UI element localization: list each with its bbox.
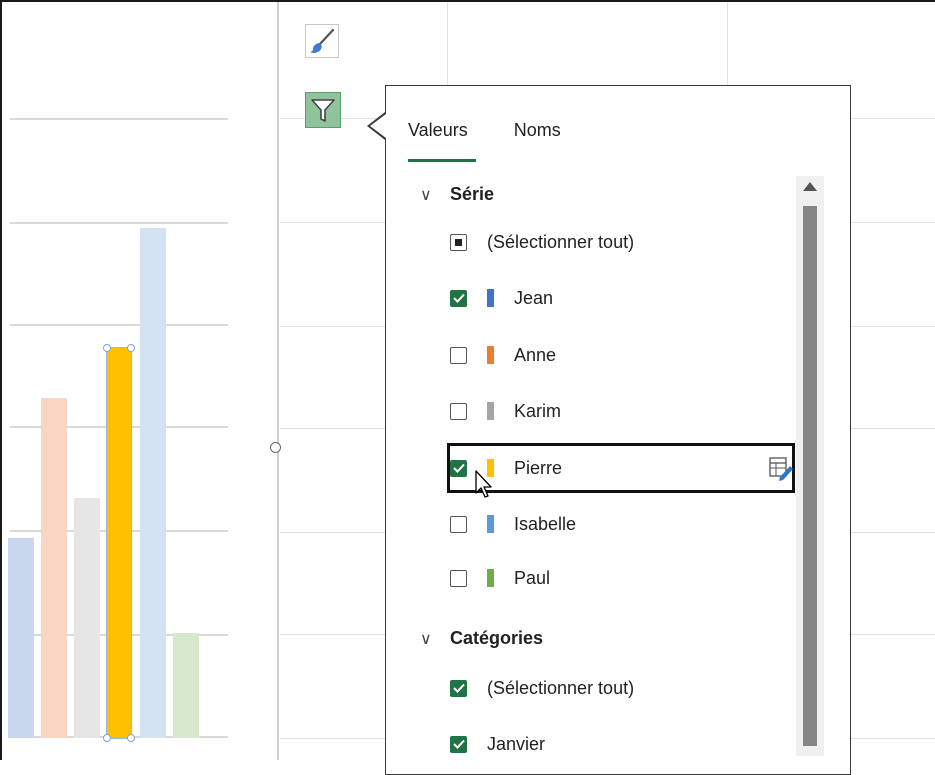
popup-scrollbar[interactable]: [796, 176, 824, 756]
chart-styles-button[interactable]: [305, 24, 339, 58]
chart-bar-isabelle[interactable]: [140, 228, 166, 738]
checkbox-unchecked[interactable]: [450, 402, 467, 420]
chart-bar-paul[interactable]: [173, 633, 199, 738]
series-item-select-all[interactable]: (Sélectionner tout): [450, 220, 790, 264]
brush-icon: [310, 28, 335, 53]
bar-selection-handle[interactable]: [127, 734, 135, 742]
chart-filter-popup: Valeurs Noms ∨ Série (Sélectionner tout)…: [385, 85, 851, 775]
series-item-pierre[interactable]: Pierre: [447, 443, 795, 493]
series-item-label: Jean: [514, 287, 554, 308]
series-item-anne[interactable]: Anne: [450, 333, 790, 377]
series-item-isabelle[interactable]: Isabelle: [450, 502, 790, 546]
series-item-label: Paul: [514, 567, 551, 588]
category-item-label: (Sélectionner tout): [487, 677, 635, 698]
series-item-paul[interactable]: Paul: [450, 556, 790, 600]
chart-gridline: [10, 118, 228, 120]
category-item-janvier[interactable]: Janvier: [450, 722, 790, 766]
chart-resize-handle[interactable]: [270, 442, 281, 453]
checkbox-checked[interactable]: [450, 679, 467, 697]
section-serie-header[interactable]: ∨ Série: [420, 184, 494, 205]
checkbox-unchecked[interactable]: [450, 569, 467, 587]
series-item-label: Pierre: [514, 457, 563, 478]
series-color-swatch: [487, 569, 494, 587]
checkbox-checked[interactable]: [450, 289, 467, 307]
bar-selection-handle[interactable]: [103, 734, 111, 742]
chart-bar-jean[interactable]: [8, 538, 34, 738]
category-item-select-all[interactable]: (Sélectionner tout): [450, 666, 790, 710]
section-categories-title: Catégories: [450, 628, 544, 648]
series-item-label: Isabelle: [514, 513, 577, 534]
series-item-karim[interactable]: Karim: [450, 389, 790, 433]
series-color-swatch: [487, 346, 494, 364]
mouse-pointer-icon: [474, 470, 496, 505]
chevron-down-icon: ∨: [420, 186, 432, 204]
chart-border: [277, 2, 279, 760]
scroll-thumb[interactable]: [803, 206, 817, 746]
series-item-label: Anne: [514, 344, 557, 365]
checkbox-checked[interactable]: [450, 459, 467, 477]
section-serie-title: Série: [450, 184, 495, 204]
popup-tabs: Valeurs Noms: [408, 120, 561, 162]
bar-selection-handle[interactable]: [103, 344, 111, 352]
series-item-label: Karim: [514, 400, 562, 421]
chart-bar-karim[interactable]: [74, 498, 100, 738]
chart-filters-button[interactable]: [305, 92, 341, 128]
bar-selection-handle[interactable]: [127, 344, 135, 352]
filter-icon: [311, 99, 335, 122]
series-color-swatch: [487, 402, 494, 420]
tab-noms[interactable]: Noms: [514, 120, 561, 141]
series-color-swatch: [487, 515, 494, 533]
checkbox-unchecked[interactable]: [450, 346, 467, 364]
popup-pointer-fill: [370, 114, 386, 138]
chevron-down-icon: ∨: [420, 630, 432, 648]
chart-bar-pierre[interactable]: [106, 347, 132, 739]
edit-series-icon[interactable]: [768, 455, 794, 486]
series-color-swatch: [487, 289, 494, 307]
chart-gridline: [10, 324, 228, 326]
tab-valeurs[interactable]: Valeurs: [408, 120, 476, 162]
checkbox-checked[interactable]: [450, 735, 467, 753]
scroll-up-arrow-icon[interactable]: [803, 182, 817, 191]
category-item-label: Janvier: [487, 733, 546, 754]
checkbox-unchecked[interactable]: [450, 515, 467, 533]
chart-bar-anne[interactable]: [41, 398, 67, 738]
chart-gridline: [10, 222, 228, 224]
section-categories-header[interactable]: ∨ Catégories: [420, 628, 543, 649]
bar-chart[interactable]: [2, 2, 279, 760]
series-item-label: (Sélectionner tout): [487, 231, 635, 252]
select-all-checkbox[interactable]: [450, 233, 467, 251]
series-item-jean[interactable]: Jean: [450, 276, 790, 320]
